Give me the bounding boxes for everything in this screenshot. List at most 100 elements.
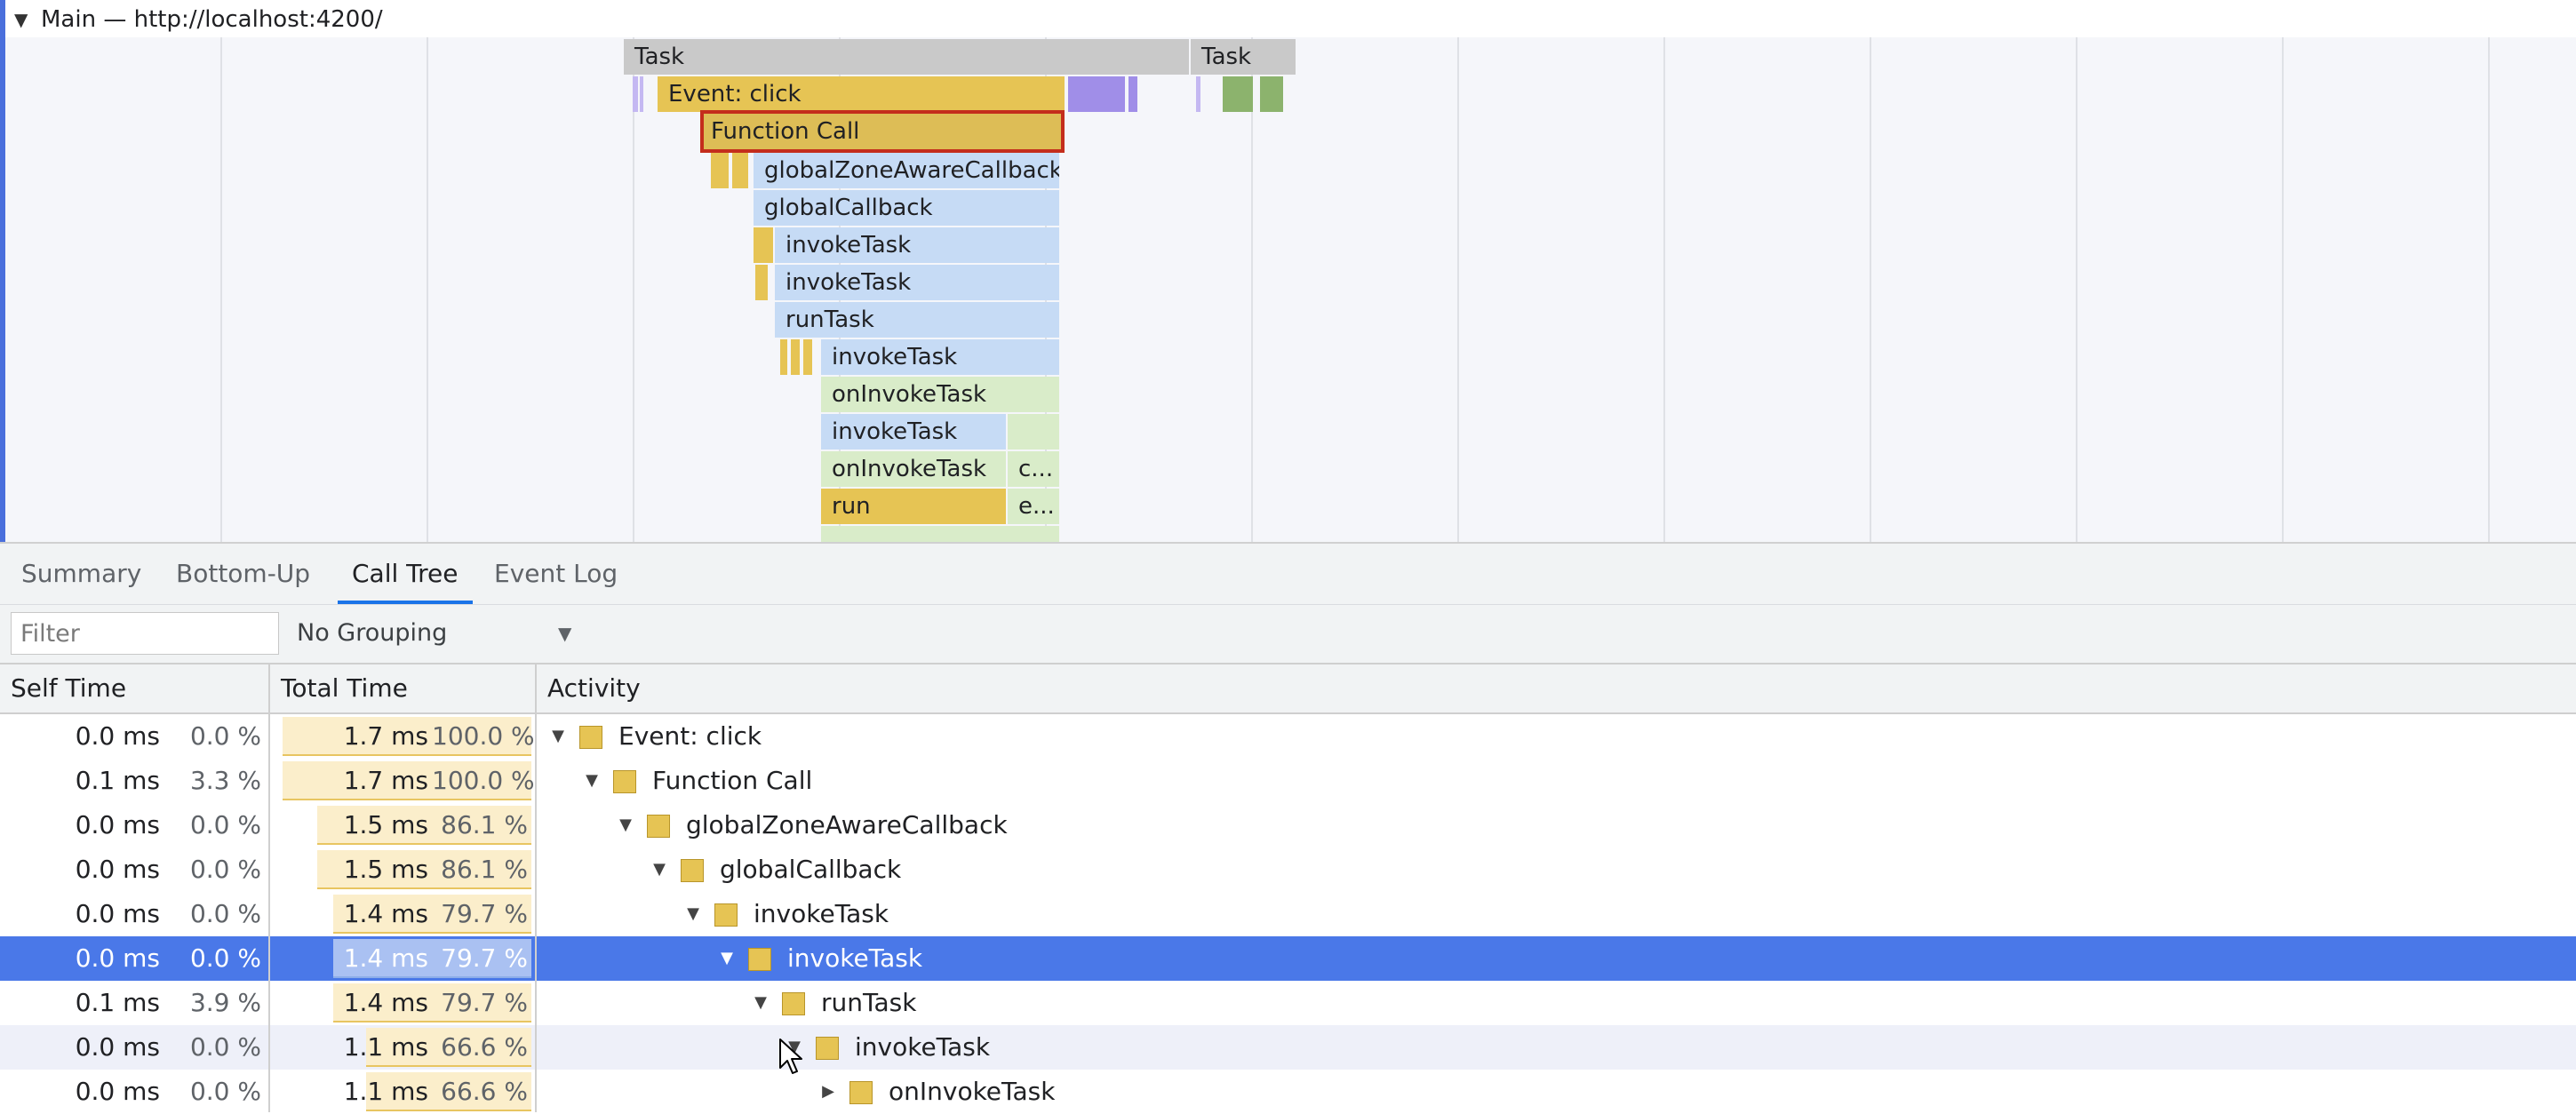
flame-event-chip[interactable] — [780, 339, 787, 375]
activity-category-icon — [681, 859, 704, 882]
activity-category-icon — [647, 815, 670, 838]
grid-line — [220, 0, 222, 542]
flame-event-chip[interactable] — [633, 76, 638, 112]
flame-event-partial[interactable] — [821, 526, 1059, 542]
flame-event-function-call[interactable]: Function Call — [700, 110, 1065, 153]
activity-name: invokeTask — [855, 1032, 991, 1062]
table-row[interactable]: 0.0 ms 0.0 % 1.1 ms 66.6 % ▼ invokeTask — [0, 1025, 2576, 1070]
flame-event-on-invoke-task[interactable]: onInvokeTask — [821, 377, 1059, 412]
triangle-right-icon[interactable]: ▶ — [817, 1070, 839, 1114]
table-row[interactable]: 0.0 ms 0.0 % 1.4 ms 79.7 % ▼ invokeTask — [0, 892, 2576, 936]
flame-event-on-invoke-task[interactable]: onInvokeTask — [821, 451, 1006, 487]
column-header-total-time[interactable]: Total Time — [270, 664, 537, 712]
column-header-self-time[interactable]: Self Time — [0, 664, 270, 712]
flame-event-invoke-task[interactable]: invokeTask — [821, 339, 1059, 375]
flame-chart[interactable]: ▼ Main — http://localhost:4200/ Task Tas… — [0, 0, 2576, 542]
tab-bottom-up[interactable]: Bottom-Up — [176, 544, 310, 604]
flame-event-invoke-task[interactable]: invokeTask — [775, 265, 1059, 300]
flame-event-chip[interactable] — [755, 265, 768, 300]
grid-line — [1663, 0, 1665, 542]
self-time-percent: 0.0 % — [189, 810, 261, 839]
total-time-percent: 100.0 % — [432, 766, 535, 795]
flame-event-task[interactable]: Task — [1191, 39, 1296, 75]
activity-name: Event: click — [618, 721, 762, 751]
grid-line — [1457, 0, 1459, 542]
activity-category-icon — [579, 726, 602, 749]
flame-event-green[interactable] — [1008, 414, 1059, 450]
tab-event-log[interactable]: Event Log — [494, 544, 618, 604]
flame-event-invoke-task[interactable]: invokeTask — [821, 414, 1006, 450]
table-row[interactable]: 0.1 ms 3.3 % 1.7 ms 100.0 % ▼ Function Call — [0, 759, 2576, 803]
flame-event-truncated[interactable]: e... — [1008, 489, 1059, 524]
call-tree-header: Self Time Total Time Activity — [0, 664, 2576, 714]
main-track-header[interactable]: ▼ Main — http://localhost:4200/ — [5, 0, 2576, 37]
self-time-ms: 0.0 ms — [75, 721, 160, 751]
tab-call-tree[interactable]: Call Tree — [338, 544, 472, 604]
flame-event-chip[interactable] — [754, 227, 773, 263]
flame-event-task[interactable]: Task — [624, 39, 1189, 75]
total-time-percent: 79.7 % — [441, 943, 528, 973]
total-time-ms: 1.4 ms — [343, 899, 428, 928]
triangle-down-icon[interactable]: ▼ — [716, 936, 738, 981]
flame-event-chip[interactable] — [803, 339, 812, 375]
filter-input[interactable] — [11, 612, 279, 655]
total-time-ms: 1.7 ms — [343, 721, 428, 751]
triangle-down-icon[interactable]: ▼ — [615, 803, 636, 847]
self-time-ms: 0.0 ms — [75, 899, 160, 928]
flame-event-chip[interactable] — [1196, 76, 1200, 112]
triangle-down-icon[interactable]: ▼ — [14, 11, 28, 28]
flame-event-global-callback[interactable]: globalCallback — [754, 190, 1059, 226]
activity-category-icon — [748, 948, 771, 971]
flame-event-chip[interactable] — [1223, 76, 1253, 112]
activity-name: globalCallback — [720, 855, 902, 884]
flame-event-chip[interactable] — [1260, 76, 1283, 112]
self-time-percent: 0.0 % — [189, 1032, 261, 1062]
flame-event-run-task[interactable]: runTask — [775, 302, 1059, 338]
self-time-ms: 0.1 ms — [75, 988, 160, 1017]
table-row[interactable]: 0.0 ms 0.0 % 1.5 ms 86.1 % ▼ globalZoneAwareC… — [0, 803, 2576, 847]
column-divider[interactable] — [535, 664, 537, 1112]
self-time-percent: 0.0 % — [189, 1077, 261, 1106]
activity-name: Function Call — [652, 766, 813, 795]
flame-event-chip[interactable] — [1128, 76, 1137, 112]
grouping-select[interactable]: No Grouping — [297, 612, 447, 655]
table-row[interactable]: 0.0 ms 0.0 % 1.5 ms 86.1 % ▼ globalCallback — [0, 847, 2576, 892]
triangle-down-icon[interactable]: ▼ — [750, 981, 771, 1025]
grid-line — [427, 0, 428, 542]
total-time-percent: 86.1 % — [441, 810, 528, 839]
flame-event-chip[interactable] — [1068, 76, 1125, 112]
column-header-activity[interactable]: Activity — [537, 664, 2576, 712]
self-time-ms: 0.1 ms — [75, 766, 160, 795]
activity-category-icon — [613, 770, 636, 793]
triangle-down-icon[interactable]: ▼ — [581, 759, 602, 803]
flame-event-global-zone-aware-callback[interactable]: globalZoneAwareCallback — [754, 153, 1059, 188]
self-time-ms: 0.0 ms — [75, 1032, 160, 1062]
table-row[interactable]: 0.0 ms 0.0 % 1.7 ms 100.0 % ▼ Event: click — [0, 714, 2576, 759]
mouse-pointer-icon — [779, 1038, 802, 1074]
activity-name: runTask — [821, 988, 917, 1017]
table-row[interactable]: 0.0 ms 0.0 % 1.1 ms 66.6 % ▶ onInvokeTask — [0, 1070, 2576, 1114]
flame-event-chip[interactable] — [711, 153, 729, 188]
activity-name: globalZoneAwareCallback — [686, 810, 1008, 839]
tab-summary[interactable]: Summary — [21, 544, 141, 604]
flame-event-run[interactable]: run — [821, 489, 1006, 524]
self-time-percent: 0.0 % — [189, 721, 261, 751]
column-divider[interactable] — [268, 664, 270, 1112]
flame-event-chip[interactable] — [791, 339, 800, 375]
total-time-ms: 1.4 ms — [343, 988, 428, 1017]
dropdown-arrow-icon[interactable]: ▼ — [558, 612, 571, 655]
triangle-down-icon[interactable]: ▼ — [682, 892, 704, 936]
flame-event-truncated[interactable]: c... — [1008, 451, 1059, 487]
flame-event-event-click[interactable]: Event: click — [658, 76, 1065, 112]
flame-event-chip[interactable] — [640, 76, 643, 112]
triangle-down-icon[interactable]: ▼ — [547, 714, 569, 759]
total-time-percent: 100.0 % — [432, 721, 535, 751]
activity-category-icon — [714, 903, 738, 927]
table-row[interactable]: 0.0 ms 0.0 % 1.4 ms 79.7 % ▼ invokeTask — [0, 936, 2576, 981]
table-row[interactable]: 0.1 ms 3.9 % 1.4 ms 79.7 % ▼ runTask — [0, 981, 2576, 1025]
flame-event-chip[interactable] — [732, 153, 748, 188]
details-tab-bar: Summary Bottom-Up Call Tree Event Log — [0, 542, 2576, 604]
self-time-percent: 0.0 % — [189, 943, 261, 973]
flame-event-invoke-task[interactable]: invokeTask — [775, 227, 1059, 263]
triangle-down-icon[interactable]: ▼ — [649, 847, 670, 892]
